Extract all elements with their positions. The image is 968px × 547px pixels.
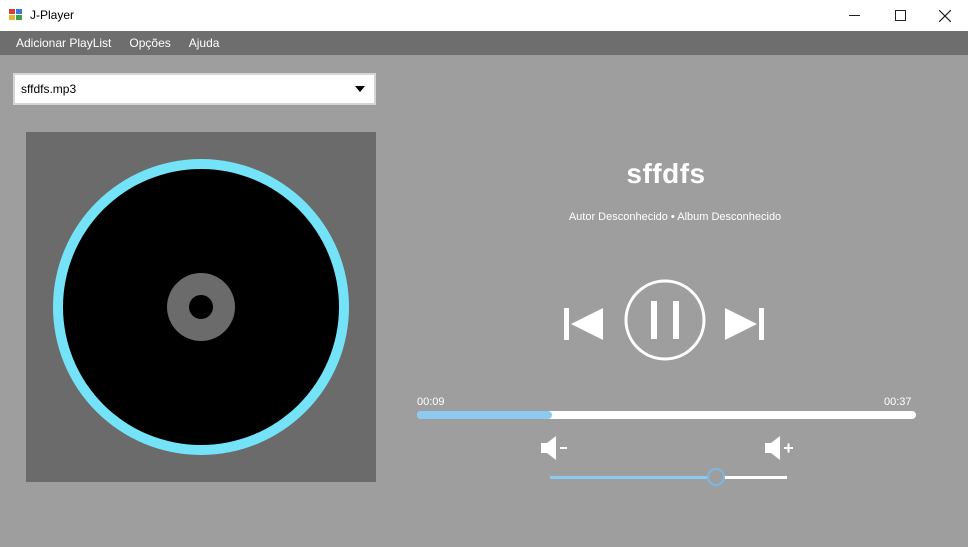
chevron-down-icon[interactable] xyxy=(355,86,365,92)
volume-slider[interactable] xyxy=(550,468,787,486)
pause-circle-icon xyxy=(624,279,706,361)
close-icon xyxy=(939,9,951,22)
next-button[interactable] xyxy=(724,305,766,343)
total-duration: 00:37 xyxy=(884,396,912,408)
menu-add-playlist[interactable]: Adicionar PlayList xyxy=(0,31,120,55)
pause-button[interactable] xyxy=(623,279,707,363)
menu-options[interactable]: Opções xyxy=(120,31,179,55)
volume-slider-thumb[interactable] xyxy=(706,468,725,486)
progress-fill xyxy=(417,411,552,419)
skip-next-icon xyxy=(725,308,764,340)
track-meta: Autor Desconhecido • Album Desconhecido xyxy=(568,211,782,223)
previous-button[interactable] xyxy=(562,305,604,343)
menu-help[interactable]: Ajuda xyxy=(180,31,229,55)
track-title: sffdfs xyxy=(626,158,706,189)
volume-down-icon xyxy=(541,436,567,460)
minimize-button[interactable] xyxy=(831,0,877,31)
window-title: J-Player xyxy=(30,8,75,22)
playlist-select-value: sffdfs.mp3 xyxy=(21,82,77,96)
maximize-button[interactable] xyxy=(877,0,923,31)
close-button[interactable] xyxy=(922,0,968,31)
app-icon xyxy=(9,8,23,22)
skip-previous-icon xyxy=(564,308,603,340)
minimize-icon xyxy=(848,15,860,16)
volume-up-icon xyxy=(765,436,793,460)
album-art xyxy=(26,132,376,482)
progress-bar[interactable] xyxy=(417,411,916,419)
volume-fill xyxy=(550,476,716,479)
disc-icon xyxy=(53,159,349,455)
volume-up-button[interactable] xyxy=(764,434,796,462)
volume-down-button[interactable] xyxy=(540,434,570,462)
menu-bar: Adicionar PlayList Opções Ajuda xyxy=(0,31,968,55)
playlist-select[interactable]: sffdfs.mp3 xyxy=(13,73,376,105)
title-bar: J-Player xyxy=(0,0,968,31)
elapsed-time: 00:09 xyxy=(417,396,445,408)
maximize-icon xyxy=(894,10,906,21)
